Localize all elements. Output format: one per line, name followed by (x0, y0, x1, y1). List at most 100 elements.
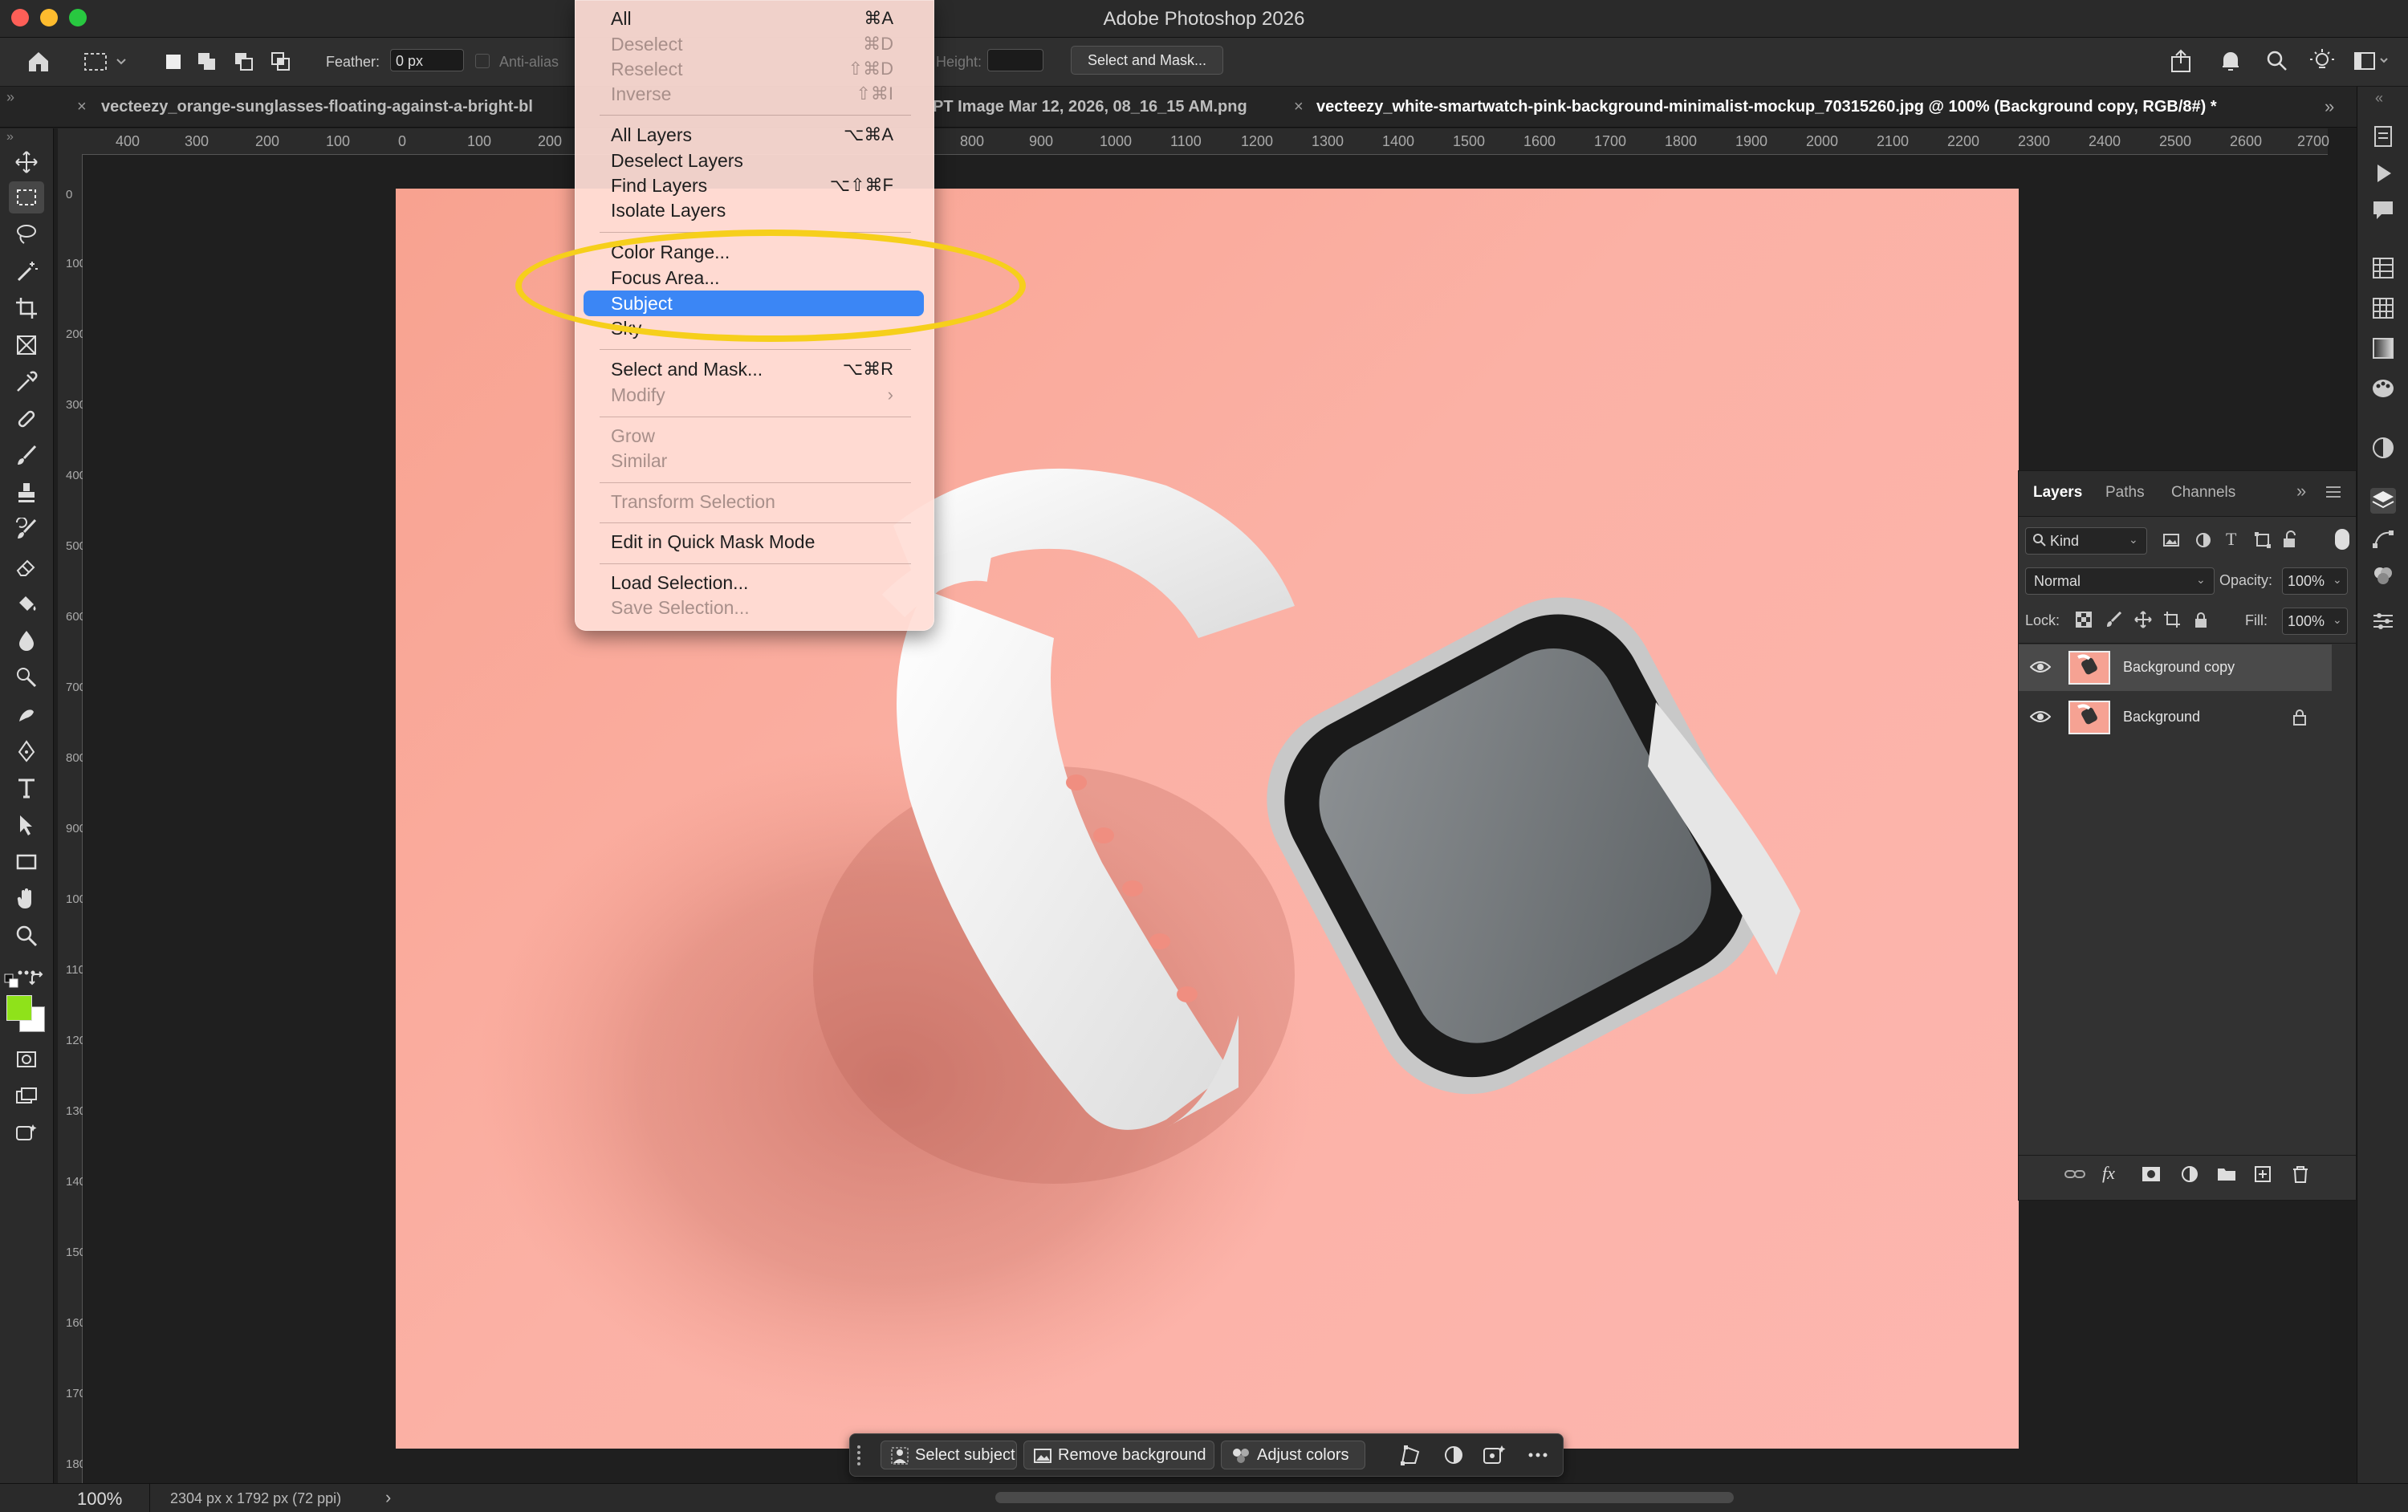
tab-channels[interactable]: Channels (2171, 484, 2235, 502)
lock-image-pixels-icon[interactable] (2105, 611, 2123, 628)
adjustments-panel-icon[interactable] (2370, 435, 2396, 461)
dodge-tool-icon[interactable] (9, 661, 44, 693)
zoom-level[interactable]: 100% (77, 1489, 122, 1510)
swatches-grid-icon[interactable] (2370, 295, 2396, 321)
new-layer-icon[interactable] (2253, 1164, 2274, 1184)
gradients-panel-icon[interactable] (2370, 335, 2396, 361)
paths-panel-icon[interactable] (2370, 526, 2396, 552)
menu-item-all[interactable]: All ⌘A (611, 6, 916, 30)
transform-icon[interactable] (1399, 1444, 1422, 1466)
antialias-checkbox[interactable] (475, 54, 490, 68)
brush-tool-icon[interactable] (9, 440, 44, 472)
layer-lock-icon[interactable] (2292, 709, 2308, 726)
new-selection-icon[interactable] (162, 51, 185, 73)
frame-tool-icon[interactable] (9, 329, 44, 361)
collapse-strip-icon[interactable]: « (2375, 90, 2383, 107)
fill-input[interactable]: 100% ⌄ (2282, 608, 2348, 635)
home-icon[interactable] (26, 49, 51, 75)
crop-tool-icon[interactable] (9, 292, 44, 324)
healing-brush-tool-icon[interactable] (9, 403, 44, 435)
clone-stamp-tool-icon[interactable] (9, 477, 44, 509)
select-and-mask-button[interactable]: Select and Mask... (1071, 46, 1223, 75)
history-panel-icon[interactable] (2370, 124, 2396, 149)
tab-layers[interactable]: Layers (2033, 484, 2082, 502)
screen-mode-icon[interactable] (9, 1080, 44, 1112)
intersect-selection-icon[interactable] (270, 51, 292, 73)
workspace-layout-icon[interactable] (2352, 47, 2392, 75)
lasso-tool-icon[interactable] (9, 218, 44, 250)
tab-smartwatch[interactable]: vecteezy_white-smartwatch-pink-backgroun… (1316, 87, 2288, 127)
menu-item-transform-selection[interactable]: Transform Selection (611, 490, 916, 514)
visibility-eye-icon[interactable] (2030, 659, 2051, 675)
menu-item-edit-in-quick-mask-mode[interactable]: Edit in Quick Mask Mode (611, 530, 916, 554)
menu-item-find-layers[interactable]: Find Layers ⌥⇧⌘F (611, 173, 916, 197)
layer-filter-kind-dropdown[interactable]: Kind ⌄ (2025, 527, 2147, 555)
swap-colors-icon[interactable] (29, 971, 48, 990)
discover-lightbulb-icon[interactable] (2308, 47, 2336, 75)
tab-chatgpt-image[interactable]: PT Image Mar 12, 2026, 08_16_15 AM.png (933, 87, 1286, 127)
feather-input[interactable]: 0 px (390, 49, 464, 71)
actions-play-icon[interactable] (2370, 161, 2396, 186)
share-icon[interactable] (2167, 47, 2194, 75)
tab-close-icon[interactable]: × (77, 87, 87, 127)
move-tool-icon[interactable] (9, 146, 44, 178)
history-brush-tool-icon[interactable] (9, 514, 44, 546)
panel-menu-icon[interactable] (2324, 482, 2343, 502)
smudge-tool-icon[interactable] (9, 698, 44, 730)
menu-item-modify[interactable]: Modify › (611, 383, 916, 407)
type-tool-icon[interactable] (9, 772, 44, 804)
rectangle-tool-icon[interactable] (9, 846, 44, 878)
path-selection-tool-icon[interactable] (9, 809, 44, 841)
menu-item-deselect-layers[interactable]: Deselect Layers (611, 148, 916, 173)
remove-background-button[interactable]: Remove background (1023, 1441, 1214, 1469)
notifications-bell-icon[interactable] (2217, 47, 2244, 75)
blend-mode-dropdown[interactable]: Normal ⌄ (2025, 567, 2215, 595)
subtract-from-selection-icon[interactable] (233, 51, 255, 73)
properties-panel-icon[interactable] (2370, 255, 2396, 281)
menu-item-grow[interactable]: Grow (611, 424, 916, 448)
menu-item-similar[interactable]: Similar (611, 449, 916, 473)
color-palette-icon[interactable] (2370, 376, 2396, 401)
filter-smart-object-icon[interactable] (2280, 530, 2300, 550)
new-group-folder-icon[interactable] (2216, 1164, 2237, 1184)
blur-tool-icon[interactable] (9, 624, 44, 656)
layers-panel-icon[interactable] (2370, 488, 2396, 514)
generative-fill-icon[interactable] (1483, 1444, 1507, 1466)
comments-icon[interactable] (2370, 197, 2396, 223)
channels-panel-icon[interactable] (2370, 563, 2396, 589)
menu-item-select-and-mask[interactable]: Select and Mask... ⌥⌘R (611, 357, 916, 381)
default-colors-icon[interactable] (3, 973, 21, 990)
menu-item-all-layers[interactable]: All Layers ⌥⌘A (611, 123, 916, 147)
opacity-input[interactable]: 100% ⌄ (2282, 567, 2348, 595)
add-to-selection-icon[interactable] (196, 51, 218, 73)
filter-type-icon[interactable]: T (2226, 529, 2236, 550)
zoom-tool-icon[interactable] (9, 920, 44, 952)
filter-toggle-switch[interactable] (2335, 529, 2349, 550)
delete-layer-trash-icon[interactable] (2290, 1164, 2311, 1184)
foreground-color-swatch[interactable] (6, 995, 32, 1021)
tab-paths[interactable]: Paths (2105, 484, 2145, 502)
adjust-colors-button[interactable]: Adjust colors (1221, 1441, 1365, 1469)
marquee-tool-preset-icon[interactable] (82, 49, 130, 75)
add-layer-mask-icon[interactable] (2141, 1164, 2162, 1184)
quick-mask-icon[interactable] (9, 1043, 44, 1075)
filter-pixel-icon[interactable] (2162, 530, 2181, 550)
layer-row-background-copy[interactable]: Background copy (2019, 644, 2332, 691)
rectangular-marquee-tool-icon[interactable] (9, 181, 44, 213)
layer-row-background[interactable]: Background (2019, 694, 2332, 741)
menu-item-deselect[interactable]: Deselect ⌘D (611, 32, 916, 56)
pen-tool-icon[interactable] (9, 735, 44, 767)
tab-close-icon[interactable]: × (1294, 87, 1304, 127)
link-layers-icon[interactable] (2064, 1164, 2086, 1184)
hand-tool-icon[interactable] (9, 883, 44, 915)
new-adjustment-layer-icon[interactable] (2179, 1164, 2200, 1184)
eraser-tool-icon[interactable] (9, 551, 44, 583)
lock-artboard-icon[interactable] (2163, 611, 2181, 628)
select-subject-button[interactable]: Select subject (881, 1441, 1017, 1469)
collapse-toolbar-icon[interactable]: » (6, 130, 14, 144)
height-input[interactable] (987, 49, 1043, 71)
paint-bucket-tool-icon[interactable] (9, 587, 44, 620)
generative-fill-icon[interactable] (9, 1117, 44, 1149)
adjustment-sliders-icon[interactable] (2370, 608, 2396, 634)
menu-item-load-selection[interactable]: Load Selection... (611, 571, 916, 595)
